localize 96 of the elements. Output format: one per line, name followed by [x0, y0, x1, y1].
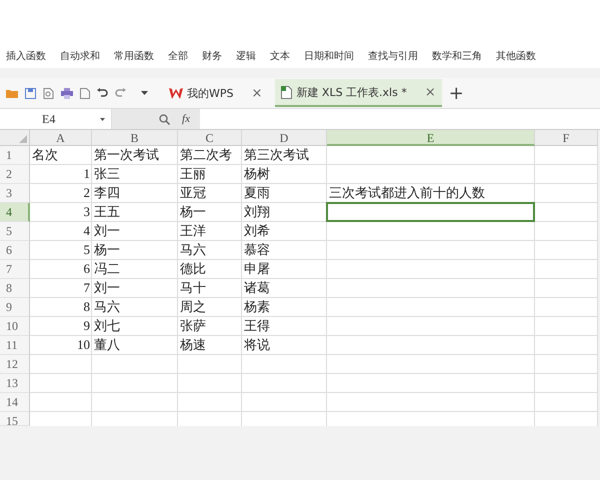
- table-cell-text: 马六: [93, 298, 121, 316]
- row-header[interactable]: 14: [0, 393, 30, 412]
- row-header[interactable]: 6: [0, 241, 30, 260]
- row-header[interactable]: 1: [0, 146, 30, 165]
- table-cell-text: 名次: [31, 146, 59, 164]
- table-cell-text: 4: [82, 222, 91, 240]
- table-cell-text: 3: [82, 203, 91, 221]
- table-cell-text: 亚冠: [179, 184, 207, 202]
- table-cell-text: 刘七: [93, 317, 121, 335]
- table-cell-text: 第二次考: [179, 146, 233, 164]
- table-cell-text: 慕容: [243, 241, 271, 259]
- table-cell-text: 10: [76, 336, 91, 354]
- table-cell-text: 张三: [93, 165, 121, 183]
- table-cell-text: 杨一: [93, 241, 121, 259]
- table-cell-text: 5: [82, 241, 91, 259]
- close-button[interactable]: ×: [252, 86, 262, 100]
- table-cell-text: 王得: [243, 317, 271, 335]
- table-cell-text: 7: [82, 279, 91, 297]
- spreadsheet-file-icon: [281, 86, 292, 98]
- new-tab-button[interactable]: +: [448, 82, 464, 104]
- ribbon-item[interactable]: 查找与引用: [368, 50, 418, 64]
- ribbon-item[interactable]: 逻辑: [236, 50, 256, 64]
- table-cell-text: 张萨: [179, 317, 207, 335]
- table-cell-text: 李四: [93, 184, 121, 202]
- ribbon-item[interactable]: 数学和三角: [432, 50, 482, 64]
- row-header[interactable]: 15: [0, 412, 30, 426]
- table-cell-text: 德比: [179, 260, 207, 278]
- save-icon[interactable]: [25, 88, 36, 98]
- ribbon-item[interactable]: 日期和时间: [304, 50, 354, 64]
- column-header[interactable]: D: [242, 130, 327, 146]
- row-header[interactable]: 4: [0, 203, 30, 222]
- row-header[interactable]: 7: [0, 260, 30, 279]
- table-cell-text: 杨素: [243, 298, 271, 316]
- redo-icon[interactable]: [115, 88, 126, 98]
- column-header[interactable]: C: [178, 130, 242, 146]
- table-cell-text: 刘一: [93, 222, 121, 240]
- table-cell-text: 第一次考试: [93, 146, 160, 164]
- ribbon-item[interactable]: 全部: [168, 50, 188, 64]
- selected-cell[interactable]: [326, 202, 535, 222]
- zoom-icon[interactable]: [159, 114, 170, 124]
- table-cell-text: 马十: [179, 279, 207, 297]
- row-header[interactable]: 11: [0, 336, 30, 355]
- row-header[interactable]: 9: [0, 298, 30, 317]
- print-icon[interactable]: [61, 88, 73, 98]
- table-cell-text: 王五: [93, 203, 121, 221]
- document-icon[interactable]: [80, 88, 90, 98]
- function-button[interactable]: fx: [182, 113, 190, 125]
- row-header[interactable]: 12: [0, 355, 30, 374]
- triangle-icon: [19, 135, 27, 143]
- caret-icon[interactable]: [141, 91, 148, 95]
- table-cell-text: 9: [82, 317, 91, 335]
- table-cell-text: 杨一: [179, 203, 207, 221]
- column-header[interactable]: B: [92, 130, 178, 146]
- row-header[interactable]: 5: [0, 222, 30, 241]
- table-cell-text: 第三次考试: [243, 146, 310, 164]
- table-cell-text: 申屠: [243, 260, 271, 278]
- row-header[interactable]: 13: [0, 374, 30, 393]
- ribbon-item[interactable]: 自动求和: [60, 50, 100, 64]
- table-cell-text: 王洋: [179, 222, 207, 240]
- wps-logo-icon: [169, 88, 183, 98]
- table-cell-text: 杨速: [179, 336, 207, 354]
- ribbon-item[interactable]: 常用函数: [114, 50, 154, 64]
- close-button[interactable]: ×: [424, 84, 436, 100]
- ribbon-item[interactable]: 插入函数: [6, 50, 46, 64]
- column-header[interactable]: E: [327, 130, 535, 146]
- column-header[interactable]: A: [30, 130, 92, 146]
- ribbon-item[interactable]: 文本: [270, 50, 290, 64]
- table-cell-text: 董八: [93, 336, 121, 354]
- table-cell-text: 8: [82, 298, 91, 316]
- row-header[interactable]: 2: [0, 165, 30, 184]
- table-cell-text: 刘一: [93, 279, 121, 297]
- ribbon-item[interactable]: 财务: [202, 50, 222, 64]
- table-cell-text: 6: [82, 260, 91, 278]
- table-cell-text: 冯二: [93, 260, 121, 278]
- table-cell-text: 三次考试都进入前十的人数: [328, 184, 486, 202]
- row-header[interactable]: 10: [0, 317, 30, 336]
- table-cell-text: 杨树: [243, 165, 271, 183]
- table-cell-text: 夏雨: [243, 184, 271, 202]
- table-cell-text: 刘翔: [243, 203, 271, 221]
- document-icon[interactable]: [43, 88, 54, 98]
- table-cell-text: 将说: [243, 336, 271, 354]
- column-header[interactable]: F: [535, 130, 598, 146]
- table-cell-text: 马六: [179, 241, 207, 259]
- table-cell-text: 诸葛: [243, 279, 271, 297]
- document-tab[interactable]: 新建 XLS 工作表.xls * ×: [275, 79, 442, 107]
- table-cell-text: 1: [82, 165, 91, 183]
- undo-icon[interactable]: [97, 88, 108, 98]
- table-cell-text: 王丽: [179, 165, 207, 183]
- ribbon-item[interactable]: 其他函数: [496, 50, 536, 64]
- table-cell-text: 2: [82, 184, 91, 202]
- table-cell-text: 周之: [179, 298, 207, 316]
- row-header[interactable]: 3: [0, 184, 30, 203]
- row-header[interactable]: 8: [0, 279, 30, 298]
- caret-icon: [100, 118, 105, 120]
- folder-icon[interactable]: [6, 88, 18, 98]
- table-cell-text: 刘希: [243, 222, 271, 240]
